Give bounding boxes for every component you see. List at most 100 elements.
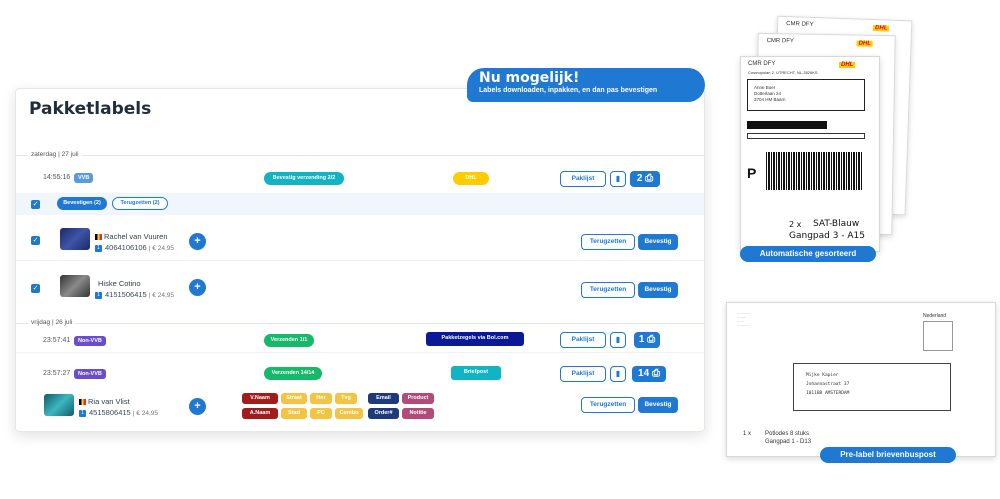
print-labels-button[interactable]: 1 ⎙: [634, 332, 660, 348]
label-count: 14: [638, 368, 650, 379]
print-labels-button[interactable]: 2 ⎙: [630, 171, 660, 187]
bulk-reset-button[interactable]: Terugzetten (2): [112, 197, 168, 210]
quantity-badge: 1: [79, 409, 86, 417]
page-title: Pakketlabels: [29, 99, 152, 119]
letter-envelope: ........................................…: [726, 302, 996, 457]
printer-icon: ⎙: [645, 173, 654, 184]
packlist-button[interactable]: Paklijst: [560, 332, 606, 348]
carrier-badge: Briefpost: [451, 366, 501, 380]
ean: 4515806415: [89, 408, 131, 417]
variable-chip[interactable]: Hnr: [310, 393, 332, 404]
label-bar: [747, 121, 827, 129]
letter-location: Gangpad 1 - D13: [765, 439, 812, 445]
barcode-letter: P: [747, 165, 757, 181]
callout-title: Nu mogelijk!: [479, 70, 580, 86]
date-label: zaterdag | 27 juli: [28, 151, 82, 158]
confirm-button[interactable]: Bevestig: [638, 282, 678, 298]
label-fields: [747, 133, 865, 139]
bulk-action-bar: ✓ Bevestigen (2) Terugzetten (2): [16, 193, 704, 215]
label-count: 2: [636, 173, 643, 184]
variable-chip[interactable]: Order#: [368, 408, 399, 419]
item-checkbox[interactable]: ✓: [31, 236, 40, 245]
product-meta: 1 4151506415 | € 24,95: [95, 290, 174, 299]
printer-icon: ⎙: [647, 334, 656, 345]
order-item: ✓ Rachel van Vuuren 1 4064106106 | € 24,9…: [16, 219, 704, 261]
confirm-button[interactable]: Bevestig: [638, 234, 678, 250]
print-labels-button[interactable]: 14 ⎙: [632, 366, 666, 382]
sender-address: Cosmopolan 2, UTRECHT, NL-3526KS: [748, 70, 818, 75]
order-time: 23:57:41: [43, 337, 71, 344]
item-checkbox[interactable]: ✓: [31, 284, 40, 293]
product-image: [44, 394, 74, 416]
add-icon[interactable]: +: [189, 233, 206, 250]
packlist-button[interactable]: Paklijst: [560, 366, 606, 382]
address-window: Mijke Kapier Johannastraat 37 1011BB AMS…: [793, 363, 951, 411]
ean: 4151506415: [105, 290, 147, 299]
packlist-button[interactable]: Paklijst: [560, 171, 606, 187]
folder-icon[interactable]: ▮: [610, 332, 626, 348]
variable-chip[interactable]: Notitie: [402, 408, 434, 419]
order-time: 14:55:16: [43, 174, 71, 181]
dhl-logo: DHL: [839, 62, 856, 68]
reset-button[interactable]: Terugzetten: [581, 282, 635, 298]
label-header: CMR DFY: [748, 61, 776, 67]
ean: 4064106106: [105, 243, 147, 252]
variable-chip[interactable]: Straat: [281, 393, 307, 404]
order-row: 14:55:16 VVB Bevestig verzending 2/2 DHL…: [16, 165, 704, 191]
printer-icon: ⎙: [651, 368, 660, 379]
select-all-checkbox[interactable]: ✓: [31, 200, 40, 209]
letter-product: Potlodes 8 stuks: [765, 431, 810, 437]
product-image: [60, 228, 90, 250]
date-divider: [16, 323, 704, 324]
product-meta: 1 4515806415 | € 24,95: [79, 408, 158, 417]
confirm-button[interactable]: Bevestig: [638, 397, 678, 413]
bulk-confirm-button[interactable]: Bevestigen (2): [57, 197, 107, 210]
price: | € 24,95: [148, 245, 174, 252]
pick-sku: SAT-Blauw: [813, 219, 860, 229]
add-icon[interactable]: +: [189, 279, 206, 296]
parcel-labels-panel: Pakketlabels zaterdag | 27 juli 14:55:16…: [15, 88, 705, 432]
dhl-logo: DHL: [872, 25, 890, 32]
barcode: [766, 152, 862, 190]
order-tag: VVB: [74, 173, 94, 183]
customer-name: Ria van Vlist: [79, 397, 130, 406]
reset-button[interactable]: Terugzetten: [581, 397, 635, 413]
date-divider: [16, 155, 704, 156]
carrier-badge: Pakketzegels via Bol.com: [426, 332, 524, 346]
price: | € 24,95: [148, 292, 174, 299]
pick-qty: 2 x: [789, 220, 802, 229]
variable-chip[interactable]: Product: [402, 393, 434, 404]
variable-chip[interactable]: Email: [368, 393, 399, 404]
variable-chip[interactable]: Tvg: [335, 393, 357, 404]
variable-chip[interactable]: A.Naam: [242, 408, 278, 419]
product-meta: 1 4064106106 | € 24,95: [95, 243, 174, 252]
variable-chip[interactable]: PC: [310, 408, 332, 419]
dhl-label-front: CMR DFY DHL Cosmopolan 2, UTRECHT, NL-35…: [740, 56, 880, 252]
confirm-shipment-button[interactable]: Bevestig verzending 2/2: [264, 172, 344, 185]
order-item: ✓ Hiske Cotino 1 4151506415 | € 24,95 + T…: [16, 265, 704, 307]
carrier-badge: DHL: [453, 172, 489, 185]
ship-button[interactable]: Verzenden 14/14: [264, 367, 322, 380]
variable-chip[interactable]: V.Naam: [242, 393, 278, 404]
dhl-logo: DHL: [856, 40, 873, 47]
folder-icon[interactable]: ▮: [610, 171, 626, 187]
variable-chip[interactable]: Stad: [281, 408, 307, 419]
variable-chip[interactable]: Combo: [335, 408, 363, 419]
order-row: 23:57:41 Non-VVB Verzenden 1/1 Pakketzeg…: [16, 329, 704, 353]
quantity-badge: 1: [95, 244, 102, 252]
pre-label-caption: Pre-label brievenbuspost: [820, 447, 956, 463]
price: | € 24,95: [132, 410, 158, 417]
letter-qty: 1 x: [743, 431, 752, 437]
order-tag: Non-VVB: [74, 369, 106, 379]
feature-callout: Nu mogelijk! Labels downloaden, inpakken…: [467, 68, 705, 102]
callout-subtitle: Labels downloaden, inpakken, en dan pas …: [479, 87, 658, 94]
reset-button[interactable]: Terugzetten: [581, 234, 635, 250]
pick-location: Gangpad 3 - A15: [789, 231, 866, 241]
stamp-box: [923, 321, 953, 351]
product-image: [60, 275, 90, 297]
customer-name: Rachel van Vuuren: [95, 232, 168, 241]
add-icon[interactable]: +: [189, 398, 206, 415]
ship-button[interactable]: Verzenden 1/1: [264, 334, 314, 347]
folder-icon[interactable]: ▮: [610, 366, 626, 382]
order-time: 23:57:27: [43, 370, 71, 377]
